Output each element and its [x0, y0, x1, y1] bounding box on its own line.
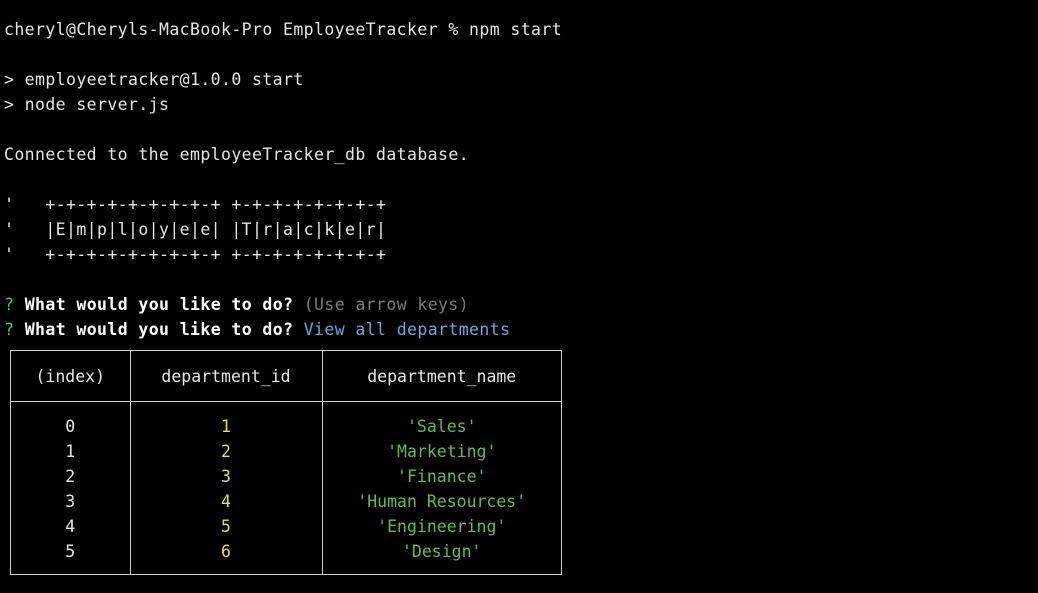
npm-script-line: > employeetracker@1.0.0 start — [4, 70, 304, 89]
index-cell: 4 — [65, 517, 76, 536]
department-id-cell: 5 — [221, 517, 231, 536]
index-cell: 3 — [65, 492, 76, 511]
db-connected-message: Connected to the employeeTracker_db data… — [4, 145, 470, 164]
npm-node-line: > node server.js — [4, 95, 170, 114]
index-cell: 1 — [65, 442, 76, 461]
department-id-cell: 2 — [221, 442, 231, 461]
question-mark-icon: ? — [4, 295, 15, 314]
table-body: 0 1 2 3 4 5 1 2 3 4 5 6 'Sales' 'Marketi… — [11, 401, 561, 575]
prompt-answer: View all departments — [303, 320, 511, 339]
prompt-question-answered: ? What would you like to do? View all de… — [4, 317, 1038, 342]
department-id-cell: 6 — [221, 542, 231, 561]
column-header-index: (index) — [11, 351, 130, 402]
question-mark-icon: ? — [4, 320, 15, 339]
index-column: 0 1 2 3 4 5 — [11, 402, 130, 575]
department-id-cell: 3 — [221, 467, 231, 486]
column-header-department-name: department_name — [321, 351, 561, 402]
column-header-department-id: department_id — [129, 351, 322, 402]
banner-bottom-border: ' +-+-+-+-+-+-+-+-+ +-+-+-+-+-+-+-+ — [4, 245, 387, 264]
departments-table-grid: (index) department_id department_name 0 … — [11, 351, 561, 574]
prompt-hint: (Use arrow keys) — [303, 295, 470, 314]
banner-title: ' |E|m|p|l|o|y|e|e| |T|r|a|c|k|e|r| — [4, 220, 387, 239]
department-name-cell: 'Design' — [402, 542, 482, 561]
prompt-question-text: What would you like to do? — [24, 295, 294, 314]
prompt-question-text: What would you like to do? — [24, 320, 294, 339]
index-cell: 2 — [65, 467, 76, 486]
index-cell: 5 — [65, 542, 76, 561]
terminal-window[interactable]: cheryl@Cheryls-MacBook-Pro EmployeeTrack… — [0, 0, 1038, 593]
index-cell: 0 — [65, 417, 76, 436]
department-id-cell: 4 — [221, 492, 231, 511]
prompt-question-pending: ? What would you like to do? (Use arrow … — [4, 292, 1038, 317]
department-name-column: 'Sales' 'Marketing' 'Finance' 'Human Res… — [321, 401, 561, 574]
banner-top-border: ' +-+-+-+-+-+-+-+-+ +-+-+-+-+-+-+-+ — [4, 195, 387, 214]
shell-prompt-command: cheryl@Cheryls-MacBook-Pro EmployeeTrack… — [4, 20, 563, 39]
department-name-cell: 'Finance' — [397, 467, 487, 486]
department-id-column: 1 2 3 4 5 6 — [129, 401, 322, 574]
departments-table: (index) department_id department_name 0 … — [10, 350, 562, 575]
department-name-cell: 'Engineering' — [377, 517, 507, 536]
department-name-cell: 'Human Resources' — [357, 492, 527, 511]
department-name-cell: 'Marketing' — [387, 442, 497, 461]
department-name-cell: 'Sales' — [406, 417, 477, 436]
table-header-row: (index) department_id department_name — [11, 351, 561, 402]
department-id-cell: 1 — [221, 417, 231, 436]
